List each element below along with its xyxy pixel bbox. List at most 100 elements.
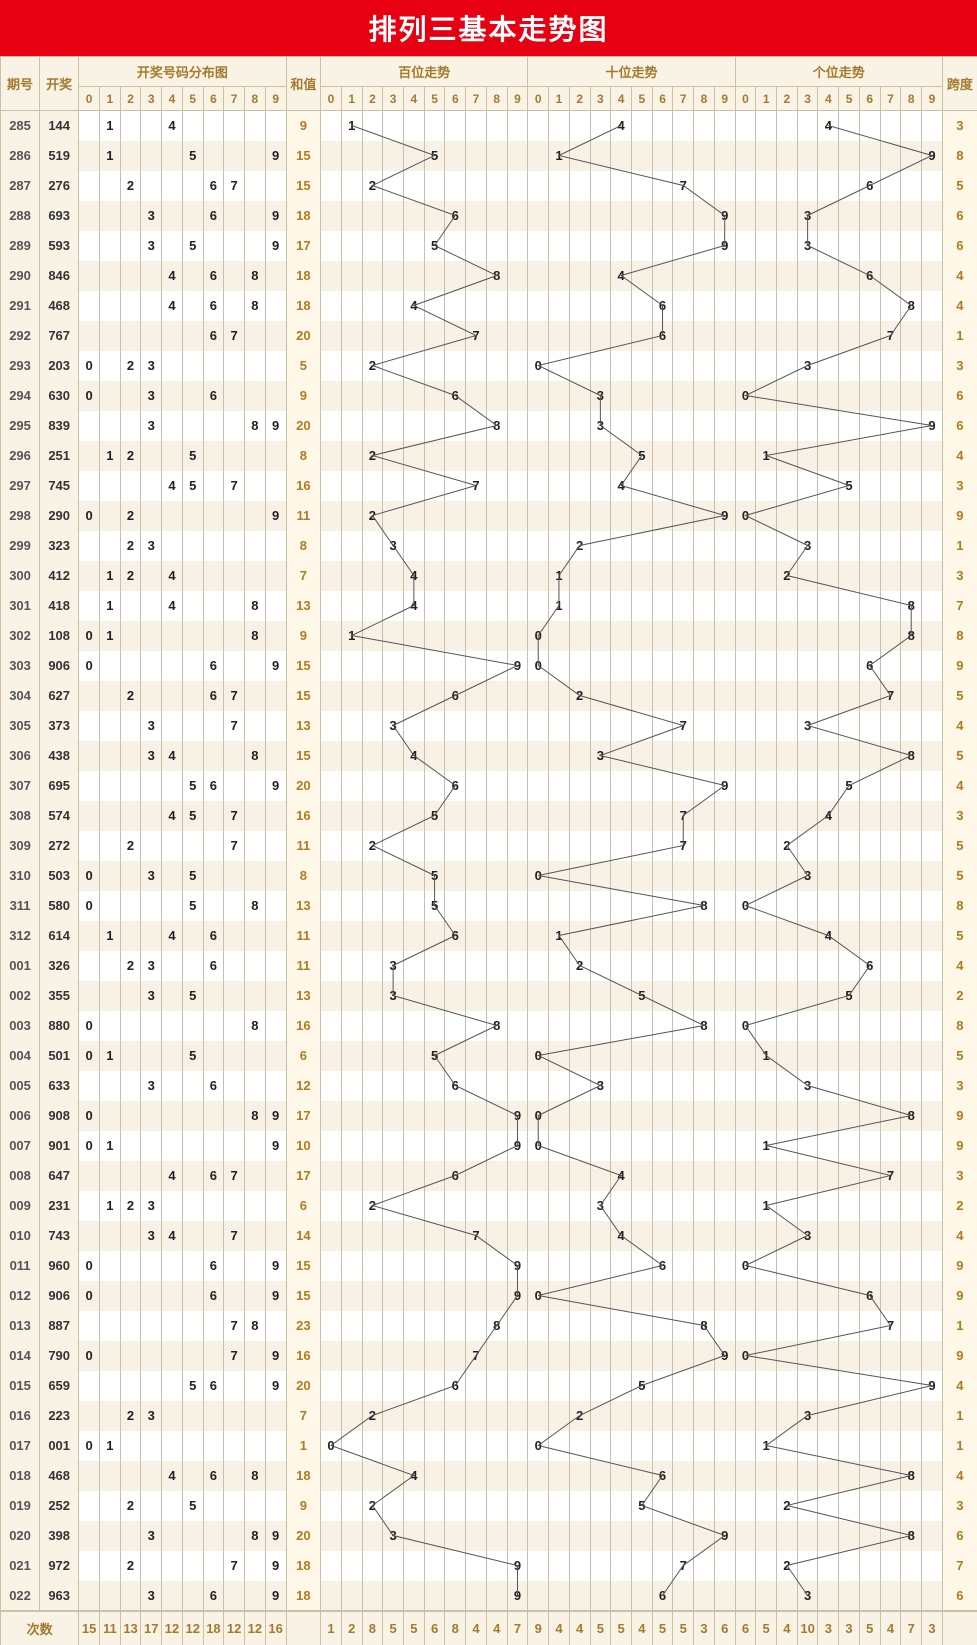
trend-cell-h bbox=[466, 981, 487, 1011]
trend-cell-o bbox=[880, 1371, 901, 1401]
freq-cell: 4 bbox=[631, 1611, 652, 1645]
trend-cell-o bbox=[839, 1551, 860, 1581]
trend-cell-h bbox=[383, 1581, 404, 1611]
trend-cell-t bbox=[631, 411, 652, 441]
trend-cell-t bbox=[652, 111, 673, 141]
trend-cell-h bbox=[507, 141, 528, 171]
trend-cell-t bbox=[631, 1011, 652, 1041]
trend-cell-t bbox=[569, 1041, 590, 1071]
dist-cell bbox=[224, 591, 245, 621]
trend-cell-h bbox=[404, 801, 425, 831]
trend-cell-o bbox=[777, 201, 798, 231]
dist-cell bbox=[120, 111, 141, 141]
trend-cell-h bbox=[341, 1011, 362, 1041]
trend-cell-t bbox=[673, 1341, 694, 1371]
dist-cell: 0 bbox=[79, 1431, 100, 1461]
trend-cell-h bbox=[486, 201, 507, 231]
cell-issue: 294 bbox=[1, 381, 40, 411]
trend-cell-h bbox=[486, 651, 507, 681]
trend-cell-t: 0 bbox=[528, 1431, 549, 1461]
cell-sum: 8 bbox=[286, 861, 321, 891]
cell-issue: 304 bbox=[1, 681, 40, 711]
dist-cell bbox=[162, 1581, 183, 1611]
trend-cell-h bbox=[424, 1191, 445, 1221]
trend-cell-t bbox=[694, 111, 715, 141]
trend-cell-t bbox=[569, 831, 590, 861]
trend-cell-o bbox=[777, 891, 798, 921]
cell-issue: 017 bbox=[1, 1431, 40, 1461]
trend-cell-h bbox=[486, 141, 507, 171]
trend-cell-o bbox=[756, 711, 777, 741]
dist-cell bbox=[141, 501, 162, 531]
dist-cell: 4 bbox=[162, 1461, 183, 1491]
cell-issue: 290 bbox=[1, 261, 40, 291]
trend-cell-t bbox=[673, 771, 694, 801]
trend-cell-o bbox=[922, 561, 943, 591]
trend-cell-h: 2 bbox=[362, 1401, 383, 1431]
dist-cell: 4 bbox=[162, 261, 183, 291]
trend-cell-o bbox=[735, 831, 756, 861]
dist-cell bbox=[99, 1251, 120, 1281]
freq-cell: 5 bbox=[673, 1611, 694, 1645]
dist-cell: 8 bbox=[245, 1521, 266, 1551]
trend-cell-t bbox=[528, 171, 549, 201]
trend-cell-o bbox=[922, 1341, 943, 1371]
trend-cell-t bbox=[694, 1221, 715, 1251]
trend-cell-o bbox=[880, 381, 901, 411]
trend-cell-t bbox=[631, 1251, 652, 1281]
trend-cell-h bbox=[383, 1371, 404, 1401]
dist-cell: 3 bbox=[141, 981, 162, 1011]
trend-cell-h bbox=[341, 711, 362, 741]
trend-cell-o bbox=[859, 1071, 880, 1101]
dist-cell bbox=[245, 1491, 266, 1521]
trend-cell-t bbox=[611, 891, 632, 921]
trend-cell-h bbox=[341, 381, 362, 411]
trend-cell-t bbox=[549, 1281, 570, 1311]
trend-cell-t bbox=[673, 651, 694, 681]
trend-cell-t bbox=[694, 1191, 715, 1221]
trend-cell-o bbox=[901, 1401, 922, 1431]
trend-cell-t bbox=[549, 981, 570, 1011]
trend-cell-t bbox=[528, 1071, 549, 1101]
dist-cell: 3 bbox=[141, 531, 162, 561]
dist-cell bbox=[99, 861, 120, 891]
trend-cell-t bbox=[694, 1251, 715, 1281]
trend-cell-h bbox=[404, 231, 425, 261]
trend-cell-o bbox=[735, 921, 756, 951]
trend-cell-o bbox=[859, 1311, 880, 1341]
trend-cell-h bbox=[486, 471, 507, 501]
trend-cell-t: 2 bbox=[569, 531, 590, 561]
trend-cell-o bbox=[922, 1011, 943, 1041]
trend-cell-o bbox=[839, 1101, 860, 1131]
trend-cell-o bbox=[818, 561, 839, 591]
dist-cell: 4 bbox=[162, 591, 183, 621]
trend-cell-h bbox=[362, 681, 383, 711]
trend-cell-o bbox=[880, 1281, 901, 1311]
trend-cell-h bbox=[466, 1371, 487, 1401]
dist-cell bbox=[182, 561, 203, 591]
dist-cell bbox=[99, 261, 120, 291]
trend-cell-o bbox=[777, 861, 798, 891]
trend-cell-o bbox=[901, 471, 922, 501]
dist-cell bbox=[79, 561, 100, 591]
trend-cell-o bbox=[797, 1101, 818, 1131]
trend-cell-t bbox=[611, 1011, 632, 1041]
trend-cell-o bbox=[859, 861, 880, 891]
trend-cell-o bbox=[922, 1491, 943, 1521]
trend-cell-t bbox=[549, 501, 570, 531]
trend-cell-h bbox=[321, 711, 342, 741]
table-row: 01388778238871 bbox=[1, 1311, 977, 1341]
trend-cell-t bbox=[631, 711, 652, 741]
trend-cell-h bbox=[445, 711, 466, 741]
trend-cell-h bbox=[404, 531, 425, 561]
dist-cell: 9 bbox=[265, 411, 286, 441]
trend-cell-t bbox=[652, 381, 673, 411]
trend-cell-o bbox=[901, 771, 922, 801]
trend-cell-t bbox=[549, 1251, 570, 1281]
trend-cell-t bbox=[694, 1461, 715, 1491]
trend-cell-h bbox=[404, 411, 425, 441]
cell-span: 8 bbox=[942, 1011, 977, 1041]
trend-cell-o bbox=[839, 1041, 860, 1071]
dist-cell: 9 bbox=[265, 1251, 286, 1281]
trend-cell-o bbox=[735, 801, 756, 831]
